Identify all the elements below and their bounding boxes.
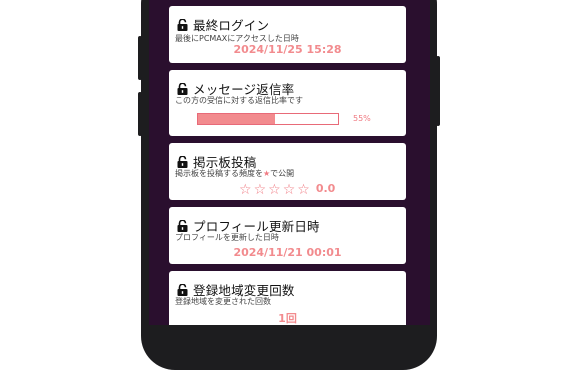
card-title: 最終ログイン: [193, 18, 270, 33]
profile-updated-card: プロフィール更新日時 プロフィールを更新した日時 2024/11/21 00:0…: [169, 207, 406, 264]
lock-open-icon: [177, 283, 188, 296]
star-icon: ☆: [297, 182, 310, 198]
region-change-count: 1回: [278, 312, 297, 325]
reply-rate-card: メッセージ返信率 この方の受信に対する返信比率です 55%: [169, 70, 406, 136]
card-subtitle: 掲示板を投稿する頻度を★で公開: [175, 169, 295, 178]
star-icon: ☆: [239, 182, 252, 198]
power-button: [436, 56, 440, 126]
last-login-card: 最終ログイン 最後にPCMAXにアクセスした日時 2024/11/25 15:2…: [169, 6, 406, 63]
region-change-card: 登録地域変更回数 登録地域を変更された回数 1回: [169, 271, 406, 325]
star-icon: ☆: [268, 182, 281, 198]
profile-updated-value: 2024/11/21 00:01: [233, 246, 342, 259]
volume-down-button: [138, 92, 142, 136]
reply-rate-progress-bar: [197, 113, 339, 125]
lock-open-icon: [177, 155, 188, 168]
star-rating: ☆ ☆ ☆ ☆ ☆ 0.0: [239, 179, 335, 198]
star-icon: ☆: [282, 182, 296, 198]
volume-up-button: [138, 36, 142, 80]
card-subtitle: プロフィールを更新した日時: [175, 233, 279, 242]
lock-open-icon: [177, 219, 188, 232]
lock-open-icon: [177, 82, 188, 95]
reply-rate-percent: 55%: [353, 114, 371, 123]
star-icon: ☆: [253, 182, 267, 198]
reply-rate-progress-fill: [198, 114, 275, 124]
last-login-value: 2024/11/25 15:28: [233, 43, 342, 56]
card-subtitle: この方の受信に対する返信比率です: [175, 96, 303, 105]
card-subtitle: 登録地域を変更された回数: [175, 297, 271, 306]
rating-value: 0.0: [315, 182, 336, 195]
app-screen: 最終ログイン 最後にPCMAXにアクセスした日時 2024/11/25 15:2…: [149, 0, 430, 325]
board-post-card: 掲示板投稿 掲示板を投稿する頻度を★で公開 ☆ ☆ ☆ ☆ ☆ 0.0: [169, 143, 406, 200]
lock-open-icon: [177, 18, 188, 31]
